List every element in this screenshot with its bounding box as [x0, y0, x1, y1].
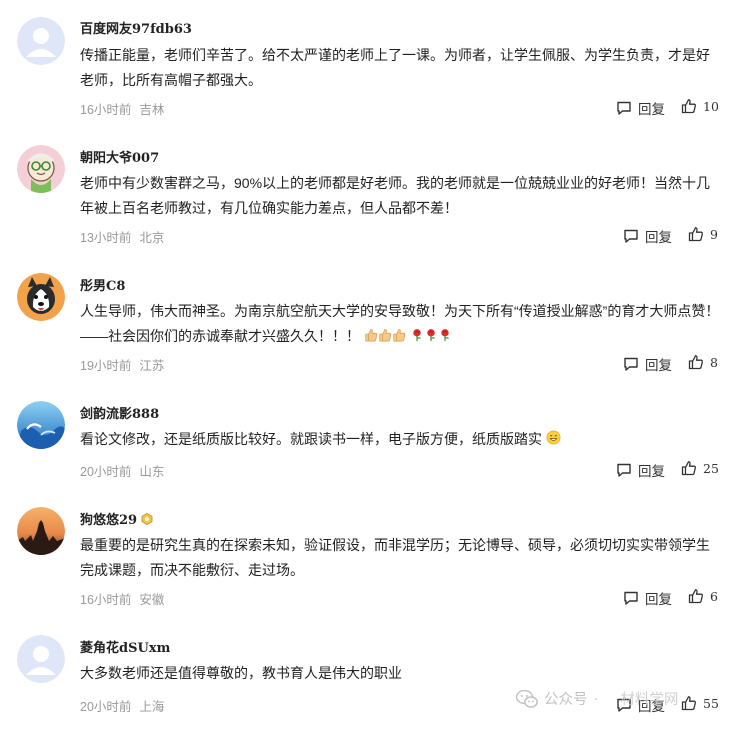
grinning-face-emoji [546, 428, 561, 453]
username[interactable]: 狗悠悠29 [80, 509, 153, 528]
like-button[interactable]: 6 [688, 588, 718, 604]
comment-bubble-icon [624, 229, 638, 243]
comment-time: 16小时前 [80, 103, 132, 117]
username[interactable]: 菱角花dSUxm [80, 637, 170, 656]
comment-meta: 16小时前 安徽 [80, 589, 164, 608]
comment-text: 传播正能量，老师们辛苦了。给不太严谨的老师上了一课。为师者，让学生佩服、为学生负… [80, 47, 710, 88]
comment-text: 大多数老师还是值得尊敬的，教书育人是伟大的职业 [80, 665, 402, 681]
reply-button[interactable]: 回复 [623, 354, 672, 374]
like-count: 10 [703, 98, 719, 114]
comment-time: 20小时前 [80, 700, 132, 714]
thumbs-up-icon [688, 589, 703, 604]
like-count: 6 [710, 588, 718, 604]
comment-time: 19小时前 [80, 359, 132, 373]
comment-location: 上海 [139, 700, 165, 714]
thumbs-up-icon [681, 99, 696, 114]
like-button[interactable]: 55 [681, 695, 719, 711]
thumbs-up-icon [681, 461, 696, 476]
watermark: 公众号 · 材料学网 [516, 688, 678, 709]
thumbs-up-emoji [378, 325, 392, 350]
rose-emoji [410, 325, 424, 350]
comment-text: 老师中有少数害群之马，90%以上的老师都是好老师。我的老师就是一位兢兢业业的好老… [80, 175, 711, 216]
sunset-city-avatar[interactable] [17, 507, 65, 555]
username[interactable]: 朝阳大爷007 [80, 147, 159, 166]
reply-button[interactable]: 回复 [616, 98, 665, 118]
comment-text: 看论文修改，还是纸质版比较好。就跟读书一样，电子版方便，纸质版踏实 [80, 427, 720, 453]
comment-meta: 16小时前 吉林 [80, 99, 164, 118]
comment-time: 16小时前 [80, 593, 132, 607]
comment-location: 北京 [139, 231, 165, 245]
like-button[interactable]: 25 [681, 460, 719, 476]
like-button[interactable]: 9 [688, 226, 718, 242]
ocean-wave-avatar[interactable] [17, 401, 65, 449]
comment-time: 13小时前 [80, 231, 132, 245]
comment-bubble-icon [624, 591, 638, 605]
username[interactable]: 百度网友97fdb63 [80, 18, 192, 37]
username-text: 狗悠悠29 [80, 513, 138, 528]
thumbs-up-emoji [364, 325, 378, 350]
watermark-platform: 公众号 [544, 692, 588, 708]
comment-time: 20小时前 [80, 465, 132, 479]
username[interactable]: 彤男C8 [80, 275, 125, 294]
thumbs-up-emoji [392, 325, 406, 350]
comment-text-body: 看论文修改，还是纸质版比较好。就跟读书一样，电子版方便，纸质版踏实 [80, 431, 542, 447]
reply-label: 回复 [645, 230, 672, 245]
thumbs-up-icon [688, 355, 703, 370]
comment-bubble-icon [617, 463, 631, 477]
rose-emoji [438, 325, 452, 350]
thumbs-up-icon [688, 227, 703, 242]
comment-meta: 19小时前 江苏 [80, 355, 164, 374]
watermark-brand: 材料学网 [620, 692, 679, 708]
reply-button[interactable]: 回复 [623, 588, 672, 608]
username[interactable]: 剑韵流影888 [80, 403, 159, 422]
reply-label: 回复 [645, 592, 672, 607]
comment-location: 山东 [139, 465, 165, 479]
like-button[interactable]: 10 [681, 98, 719, 114]
comment-location: 吉林 [139, 103, 165, 117]
like-count: 55 [703, 695, 719, 711]
like-button[interactable]: 8 [688, 354, 718, 370]
comment-meta: 20小时前 山东 [80, 461, 164, 480]
comment-location: 江苏 [139, 359, 165, 373]
like-count: 25 [703, 460, 719, 476]
reply-button[interactable]: 回复 [623, 226, 672, 246]
reply-button[interactable]: 回复 [616, 460, 665, 480]
husky-dog-avatar[interactable] [17, 273, 65, 321]
comment-bubble-icon [617, 101, 631, 115]
wechat-icon [516, 689, 538, 708]
cartoon-grandpa-avatar[interactable] [17, 145, 65, 193]
level-badge-icon [141, 513, 153, 525]
thumbs-up-icon [681, 696, 696, 711]
watermark-separator: · [593, 690, 599, 707]
default-avatar-icon[interactable] [17, 635, 65, 683]
comment-text: 最重要的是研究生真的在探索未知，验证假设，而非混学历；无论博导、硕导，必须切切实… [80, 537, 710, 578]
reply-label: 回复 [638, 464, 665, 479]
comment-bubble-icon [624, 357, 638, 371]
like-count: 9 [710, 226, 718, 242]
comment-meta: 13小时前 北京 [80, 227, 164, 246]
default-avatar-icon[interactable] [17, 17, 65, 65]
rose-emoji [424, 325, 438, 350]
reply-label: 回复 [638, 102, 665, 117]
like-count: 8 [710, 354, 718, 370]
comment-location: 安徽 [139, 593, 165, 607]
comment-meta: 20小时前 上海 [80, 696, 164, 715]
reply-label: 回复 [645, 358, 672, 373]
comment-text: 人生导师，伟大而神圣。为南京航空航天大学的安导致敬！为天下所有“传道授业解惑”的… [80, 299, 720, 350]
